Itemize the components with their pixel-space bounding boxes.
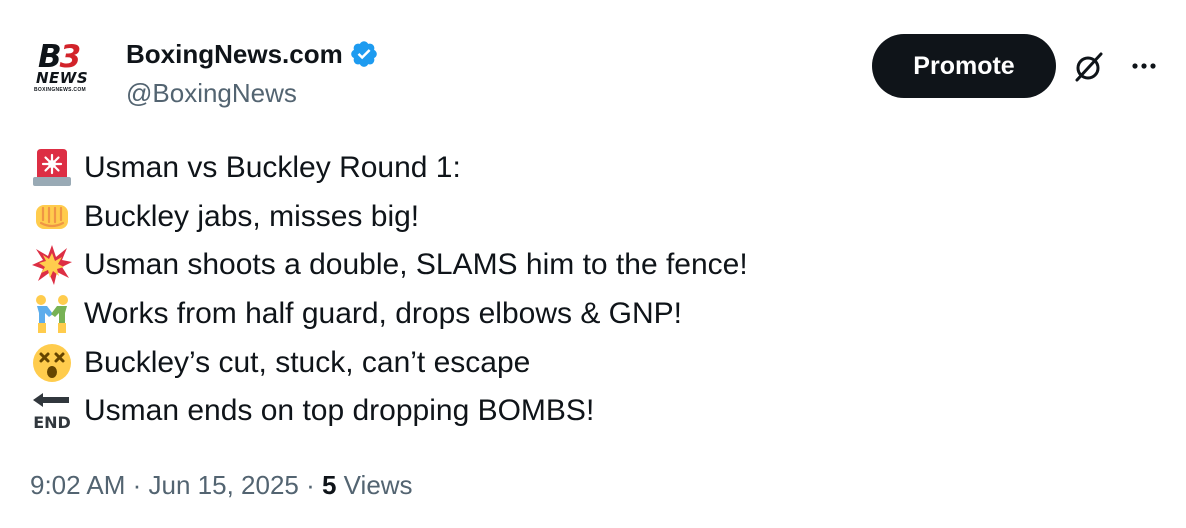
post-line: Usman vs Buckley Round 1:	[30, 144, 1160, 193]
verified-badge-icon[interactable]	[349, 39, 379, 69]
meta-separator: ·	[298, 470, 322, 500]
post-line: END Usman ends on top dropping BOMBS!	[30, 387, 1160, 436]
end-arrow-icon: END	[30, 389, 74, 433]
promote-button[interactable]: Promote	[872, 34, 1056, 98]
svg-text:END: END	[33, 413, 71, 432]
collision-icon	[30, 243, 74, 287]
post-time[interactable]: 9:02 AM	[30, 470, 125, 500]
post-line-text: Buckley jabs, misses big!	[84, 199, 420, 233]
more-icon[interactable]	[1126, 48, 1162, 84]
display-name-row: BoxingNews.com	[126, 36, 379, 72]
post-line-text: Works from half guard, drops elbows & GN…	[84, 297, 683, 331]
rotating-light-icon	[30, 146, 74, 190]
post-header: B3 NEWS BOXINGNEWS.COM BoxingNews.com @B…	[30, 34, 1160, 114]
logo-url: BOXINGNEWS.COM	[34, 87, 86, 93]
post-meta: 9:02 AM · Jun 15, 2025 · 5 Views	[30, 470, 413, 501]
logo-mark: B3	[38, 39, 81, 75]
dizzy-face-icon	[30, 341, 74, 385]
post-body: Usman vs Buckley Round 1: Buckley jabs, …	[30, 144, 1160, 436]
meta-separator: ·	[125, 470, 149, 500]
handle[interactable]: @BoxingNews	[126, 78, 379, 109]
post-line: Usman shoots a double, SLAMS him to the …	[30, 241, 1160, 290]
wrestlers-icon	[30, 292, 74, 336]
post-line-text: Usman ends on top dropping BOMBS!	[84, 394, 595, 428]
post-line-text: Buckley’s cut, stuck, can’t escape	[84, 345, 531, 379]
display-name[interactable]: BoxingNews.com	[126, 39, 343, 70]
views-label[interactable]: Views	[336, 470, 413, 500]
post-line: Buckley jabs, misses big!	[30, 193, 1160, 242]
post-line-text: Usman vs Buckley Round 1:	[84, 151, 461, 185]
grok-icon[interactable]	[1072, 50, 1106, 84]
logo-news: NEWS	[36, 69, 89, 87]
post-line: Buckley’s cut, stuck, can’t escape	[30, 338, 1160, 387]
views-count[interactable]: 5	[322, 470, 336, 500]
oncoming-fist-icon	[30, 195, 74, 239]
author-info: BoxingNews.com @BoxingNews	[126, 36, 379, 109]
post-line: Works from half guard, drops elbows & GN…	[30, 290, 1160, 339]
avatar[interactable]: B3 NEWS BOXINGNEWS.COM	[30, 42, 106, 102]
post-line-text: Usman shoots a double, SLAMS him to the …	[84, 248, 748, 282]
post-date[interactable]: Jun 15, 2025	[149, 470, 299, 500]
